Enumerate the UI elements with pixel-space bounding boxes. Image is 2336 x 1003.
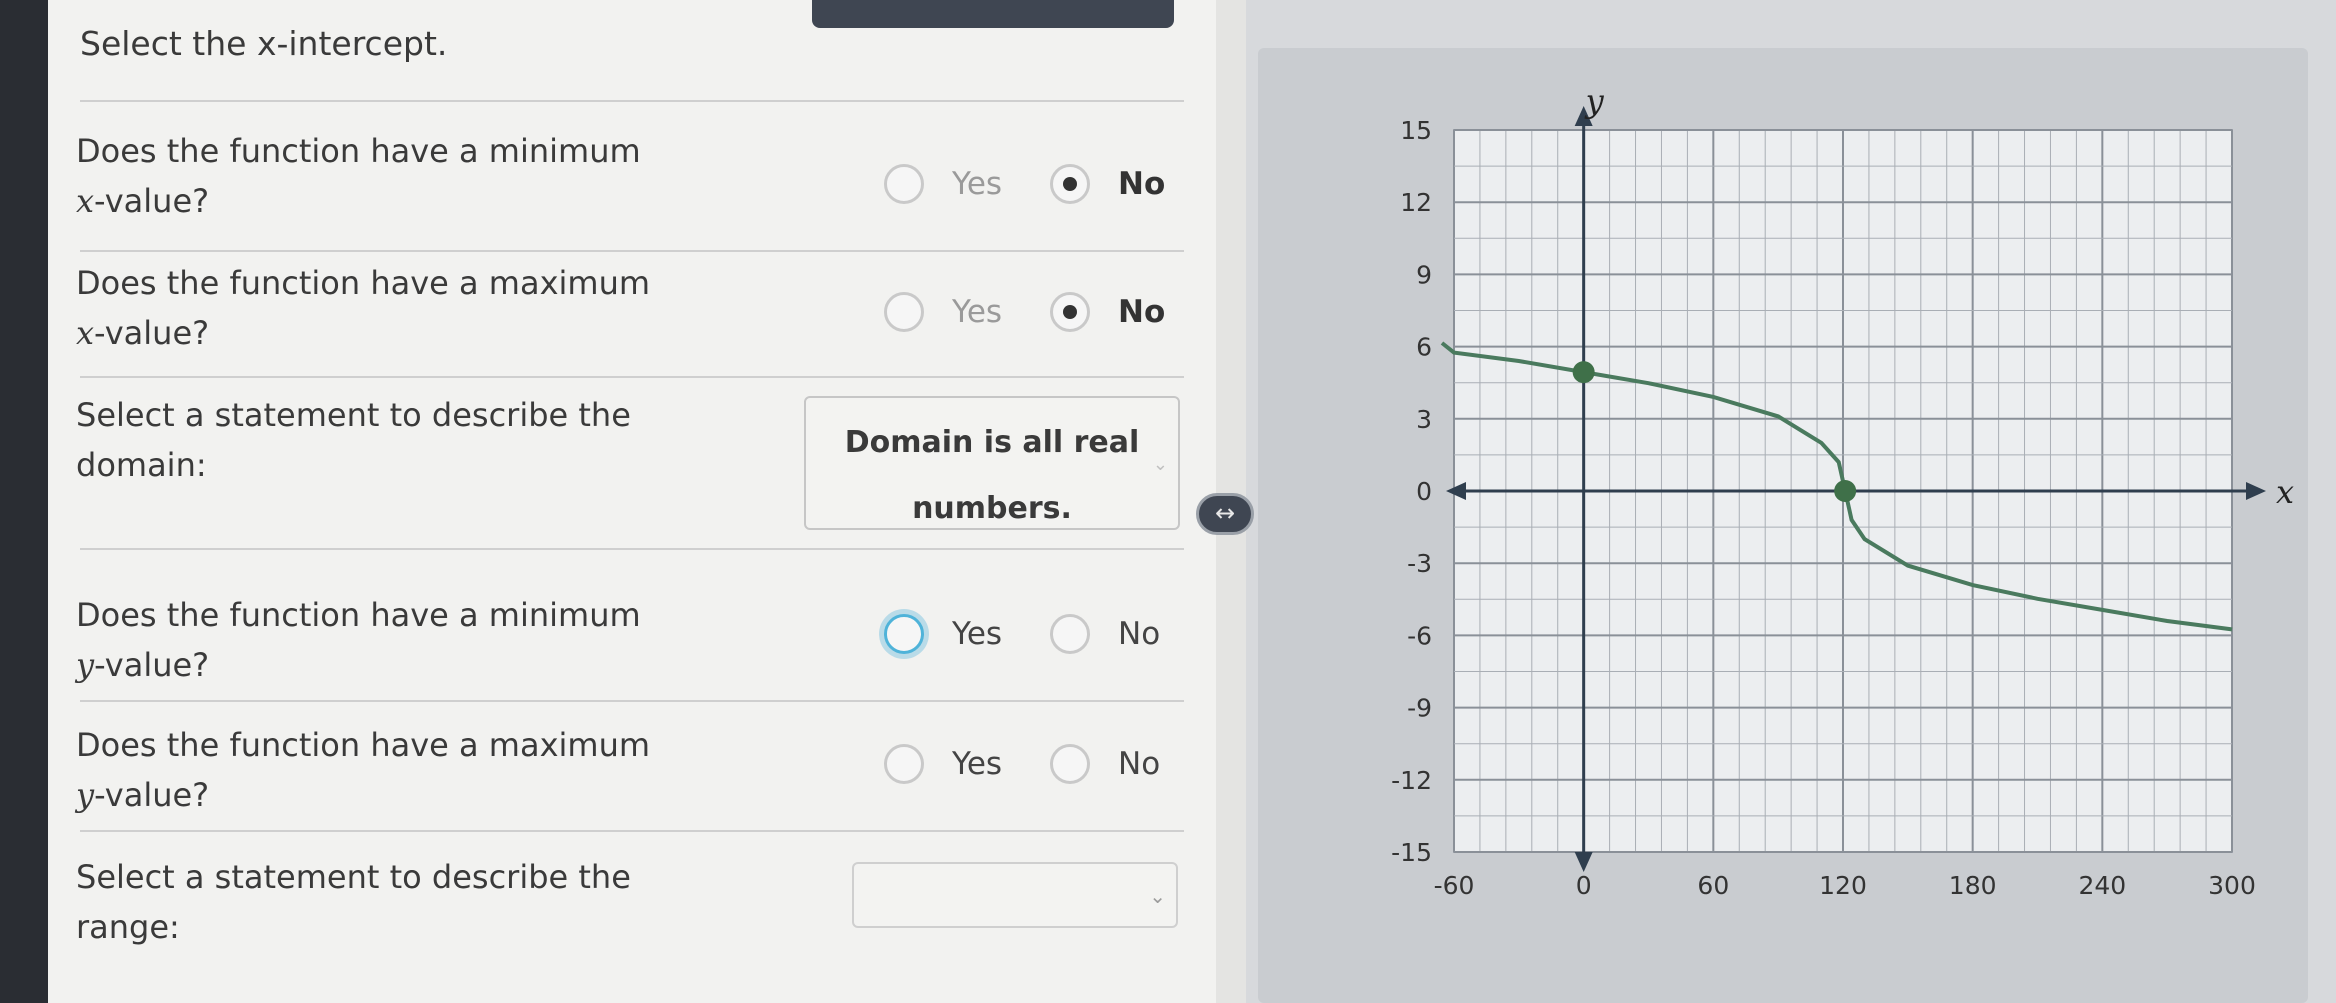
question-domain: Select a statement to describe the domai… bbox=[76, 396, 631, 484]
x-tick-label: 240 bbox=[2078, 871, 2126, 900]
range-select[interactable]: ⌄ bbox=[852, 862, 1178, 928]
max-y-yes-label: Yes bbox=[952, 746, 1003, 782]
min-x-yes-label: Yes bbox=[952, 166, 1003, 202]
instruction-text: Select the x-intercept. bbox=[80, 24, 448, 63]
y-tick-label: -12 bbox=[1391, 766, 1432, 795]
y-tick-label: 12 bbox=[1400, 188, 1432, 217]
graph-point bbox=[1834, 480, 1857, 502]
chevron-down-icon: ⌄ bbox=[1149, 884, 1166, 908]
max-x-yes-label: Yes bbox=[952, 294, 1003, 330]
max-x-no-label: No bbox=[1118, 294, 1166, 330]
min-x-no-label: No bbox=[1118, 166, 1166, 202]
question-min-x: Does the function have a minimum x-value… bbox=[76, 132, 641, 220]
resize-horizontal-icon[interactable]: ↔ bbox=[1196, 493, 1254, 535]
max-y-no-label: No bbox=[1118, 746, 1161, 782]
y-tick-label: -3 bbox=[1407, 549, 1432, 578]
y-tick-label: -6 bbox=[1407, 621, 1432, 650]
x-axis-label: x bbox=[2276, 473, 2294, 511]
x-tick-label: 60 bbox=[1697, 871, 1729, 900]
x-tick-label: 300 bbox=[2208, 871, 2256, 900]
domain-selected-line1: Domain is all real bbox=[844, 425, 1140, 460]
y-tick-label: 9 bbox=[1416, 260, 1432, 289]
separator bbox=[80, 376, 1184, 378]
question-max-x: Does the function have a maximum x-value… bbox=[76, 264, 651, 352]
min-y-no-radio[interactable] bbox=[1050, 614, 1091, 654]
x-axis-arrow-right bbox=[2246, 482, 2266, 500]
separator bbox=[80, 700, 1184, 702]
domain-select[interactable]: Domain is all real numbers. ⌄ bbox=[804, 396, 1180, 530]
min-y-yes-radio[interactable] bbox=[884, 614, 924, 654]
separator bbox=[80, 830, 1184, 832]
min-x-no-radio[interactable] bbox=[1050, 164, 1091, 204]
y-tick-label: 3 bbox=[1416, 405, 1432, 434]
separator bbox=[80, 100, 1184, 102]
min-y-yes-label: Yes bbox=[952, 616, 1003, 652]
x-tick-label: -60 bbox=[1434, 871, 1475, 900]
max-x-yes-radio[interactable] bbox=[884, 292, 924, 332]
y-axis-label: y bbox=[1584, 82, 1605, 120]
max-x-no-radio[interactable] bbox=[1050, 292, 1091, 332]
question-max-y: Does the function have a maximum y-value… bbox=[76, 726, 651, 814]
question-min-y: Does the function have a minimum y-value… bbox=[76, 596, 641, 684]
domain-selected-line2: numbers. bbox=[912, 491, 1072, 526]
x-tick-label: 120 bbox=[1819, 871, 1867, 900]
max-y-radio-group: Yes No bbox=[884, 744, 1208, 784]
min-x-yes-radio[interactable] bbox=[884, 164, 924, 204]
x-tick-label: 0 bbox=[1576, 871, 1592, 900]
max-x-radio-group: Yes No bbox=[884, 292, 1213, 332]
graph-point bbox=[1572, 361, 1595, 384]
y-tick-label: 15 bbox=[1400, 116, 1432, 145]
min-y-radio-group: Yes No bbox=[884, 614, 1208, 654]
chevron-down-icon: ⌄ bbox=[1152, 454, 1168, 475]
max-y-no-radio[interactable] bbox=[1050, 744, 1091, 784]
separator bbox=[80, 548, 1184, 550]
y-tick-label: 6 bbox=[1416, 333, 1432, 362]
separator bbox=[80, 250, 1184, 252]
y-tick-label: -15 bbox=[1391, 838, 1432, 867]
select-point-button[interactable] bbox=[812, 0, 1174, 28]
y-tick-label: 0 bbox=[1416, 477, 1432, 506]
y-axis-arrow-down bbox=[1574, 852, 1593, 872]
min-x-radio-group: Yes No bbox=[884, 164, 1213, 204]
question-range: Select a statement to describe the range… bbox=[76, 858, 631, 946]
coordinate-graph[interactable]: x y -60 0 60 120 180 240 300 15 12 9 6 3 0 -3 -6 -9 -12 -1… bbox=[1258, 48, 2308, 948]
y-tick-label: -9 bbox=[1407, 694, 1432, 723]
x-tick-label: 180 bbox=[1949, 871, 1997, 900]
max-y-yes-radio[interactable] bbox=[884, 744, 924, 784]
min-y-no-label: No bbox=[1118, 616, 1161, 652]
